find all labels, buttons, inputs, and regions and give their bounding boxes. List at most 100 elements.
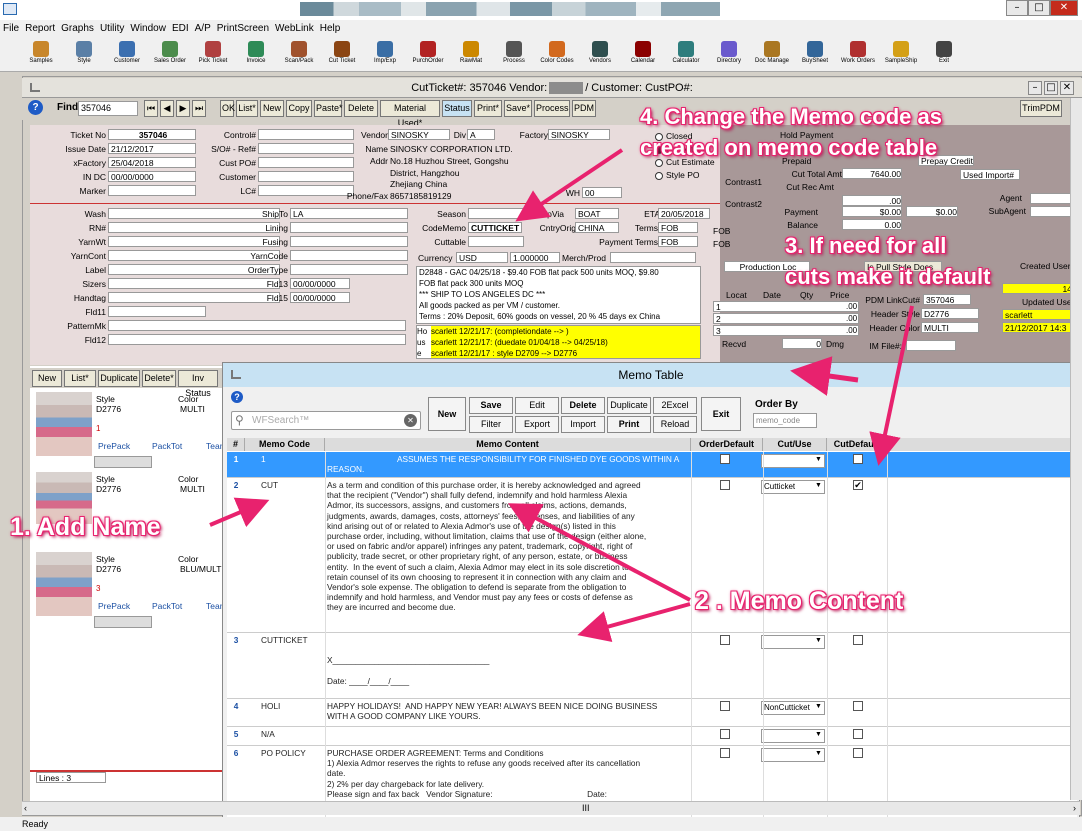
help-icon[interactable]: ?: [28, 100, 43, 115]
field-shipto_label[interactable]: LA: [290, 208, 408, 219]
sub-minimize-button[interactable]: –: [1028, 81, 1042, 95]
menu-item[interactable]: EDI: [169, 20, 192, 34]
toolbar-button-1[interactable]: Style: [61, 40, 107, 64]
find-button-4[interactable]: Paste*: [314, 100, 343, 117]
left-button-4[interactable]: Inv Status: [178, 370, 218, 398]
factory-field[interactable]: SINOSKY: [548, 129, 610, 140]
toolbar-button-10[interactable]: RawMat: [448, 40, 494, 64]
find-button-10[interactable]: Process: [534, 100, 570, 117]
field-ordertype_label[interactable]: [290, 264, 408, 275]
vertical-scrollbar[interactable]: [1070, 98, 1082, 800]
item-select[interactable]: [94, 456, 152, 468]
style-value[interactable]: D2776: [94, 564, 176, 575]
memo-row[interactable]: 5 N/A ▼: [227, 727, 1077, 746]
left-button-2[interactable]: Duplicate: [98, 370, 140, 387]
cuttable-field[interactable]: [468, 236, 524, 247]
menu-item[interactable]: Graphs: [58, 20, 97, 34]
row-memo-code[interactable]: CUTTICKET: [261, 635, 308, 645]
row-memo-code[interactable]: N/A: [261, 729, 275, 739]
menu-item[interactable]: Report: [22, 20, 58, 34]
memo-new-button[interactable]: New: [428, 397, 466, 431]
row-memo-code[interactable]: CUT: [261, 480, 278, 490]
terms-field[interactable]: FOB: [658, 222, 698, 233]
toolbar-button-11[interactable]: Process: [491, 40, 537, 64]
memo-reload-button[interactable]: Reload: [653, 416, 697, 433]
memo-print-button[interactable]: Print: [607, 416, 651, 433]
toolbar-button-9[interactable]: PurchOrder: [405, 40, 451, 64]
minimize-button[interactable]: –: [1006, 0, 1028, 16]
field-patternmk_label[interactable]: [108, 320, 406, 331]
toolbar-button-21[interactable]: Exit: [921, 40, 967, 64]
memo-filter-button[interactable]: Filter: [469, 416, 513, 433]
field-fld11_label[interactable]: [108, 306, 206, 317]
memo-edit-button[interactable]: Edit: [515, 397, 559, 414]
trimpdm-button[interactable]: TrimPDM: [1020, 100, 1062, 117]
menu-item[interactable]: A/P: [192, 20, 214, 34]
field-customer_label[interactable]: [258, 171, 354, 182]
find-button-2[interactable]: New: [260, 100, 284, 117]
find-button-6[interactable]: Material Used*: [380, 100, 440, 128]
notes-box[interactable]: D2848 - GAC 04/25/18 - $9.40 FOB flat pa…: [416, 266, 701, 324]
row-cut-default-checkbox[interactable]: [853, 748, 863, 758]
toolbar-button-5[interactable]: Invoice: [233, 40, 279, 64]
codememo-field[interactable]: CUTTICKET: [468, 222, 522, 233]
toolbar-button-19[interactable]: Work Orders: [835, 40, 881, 64]
loc-row-2[interactable]: 3: [713, 325, 859, 336]
field-lining_label[interactable]: [290, 222, 408, 233]
find-button-7[interactable]: Status: [442, 100, 472, 117]
field-xfactory_label[interactable]: 25/04/2018: [108, 157, 196, 168]
toolbar-button-12[interactable]: Color Codes: [534, 40, 580, 64]
loc-row-1[interactable]: 2: [713, 313, 859, 324]
balance-field[interactable]: 0.00: [842, 219, 902, 230]
rate-field[interactable]: 1.000000: [510, 252, 560, 263]
find-button-11[interactable]: PDM: [572, 100, 596, 117]
find-button-9[interactable]: Save*: [504, 100, 532, 117]
toolbar-button-14[interactable]: Calendar: [620, 40, 666, 64]
first-record-button[interactable]: ⏮: [144, 100, 158, 117]
memo-exit-button[interactable]: Exit: [701, 397, 741, 431]
updated-date-field[interactable]: 21/12/2017 14:3: [1002, 322, 1080, 333]
close-button[interactable]: ✕: [1050, 0, 1078, 16]
toolbar-button-17[interactable]: Doc Manage: [749, 40, 795, 64]
memo-excel-button[interactable]: 2Excel: [653, 397, 697, 414]
color-value[interactable]: MULTI: [178, 484, 224, 495]
wh-field[interactable]: 00: [582, 187, 622, 198]
find-button-3[interactable]: Copy: [286, 100, 312, 117]
field-fld12_label[interactable]: [108, 334, 406, 345]
order-by-field[interactable]: memo_code: [753, 413, 817, 428]
style-value[interactable]: D2776: [94, 404, 176, 415]
row-order-default-checkbox[interactable]: [720, 729, 730, 739]
toolbar-button-3[interactable]: Sales Order: [147, 40, 193, 64]
field-in_dc_label[interactable]: 00/00/0000: [108, 171, 196, 182]
sub-restore-button[interactable]: □: [1044, 81, 1058, 95]
toolbar-button-4[interactable]: Pick Ticket: [190, 40, 236, 64]
eta-field[interactable]: 20/05/2018: [658, 208, 710, 219]
memo-save-button[interactable]: Save: [469, 397, 513, 414]
menu-item[interactable]: Help: [317, 20, 344, 34]
last-record-button[interactable]: ⏭: [192, 100, 206, 117]
prev-record-button[interactable]: ◀: [160, 100, 174, 117]
toolbar-button-16[interactable]: Directory: [706, 40, 752, 64]
memo-delete-button[interactable]: Delete: [561, 397, 605, 414]
row-order-default-checkbox[interactable]: [720, 635, 730, 645]
created-user-field[interactable]: 14:3: [1002, 283, 1080, 294]
item-select[interactable]: [94, 616, 152, 628]
row-cut-default-checkbox[interactable]: ✔: [853, 480, 863, 490]
updated-user-field[interactable]: scarlett: [1002, 309, 1080, 320]
scroll-right-icon[interactable]: ›: [1073, 803, 1076, 813]
memo-export-button[interactable]: Export: [515, 416, 559, 433]
row-order-default-checkbox[interactable]: [720, 480, 730, 490]
row-cut-default-checkbox[interactable]: [853, 454, 863, 464]
toolbar-button-6[interactable]: Scan/Pack: [276, 40, 322, 64]
clear-search-icon[interactable]: ✕: [404, 414, 417, 427]
field-yarncode_label[interactable]: [290, 250, 408, 261]
color-value[interactable]: MULTI: [178, 404, 224, 415]
row-order-default-checkbox[interactable]: [720, 748, 730, 758]
header-color-field[interactable]: MULTI: [921, 322, 979, 333]
row-order-default-checkbox[interactable]: [720, 454, 730, 464]
season-field[interactable]: [468, 208, 524, 219]
scroll-left-icon[interactable]: ‹: [24, 803, 27, 813]
style-value[interactable]: D2776: [94, 484, 176, 495]
left-button-3[interactable]: Delete*: [142, 370, 176, 387]
toolbar-button-8[interactable]: Imp/Exp: [362, 40, 408, 64]
